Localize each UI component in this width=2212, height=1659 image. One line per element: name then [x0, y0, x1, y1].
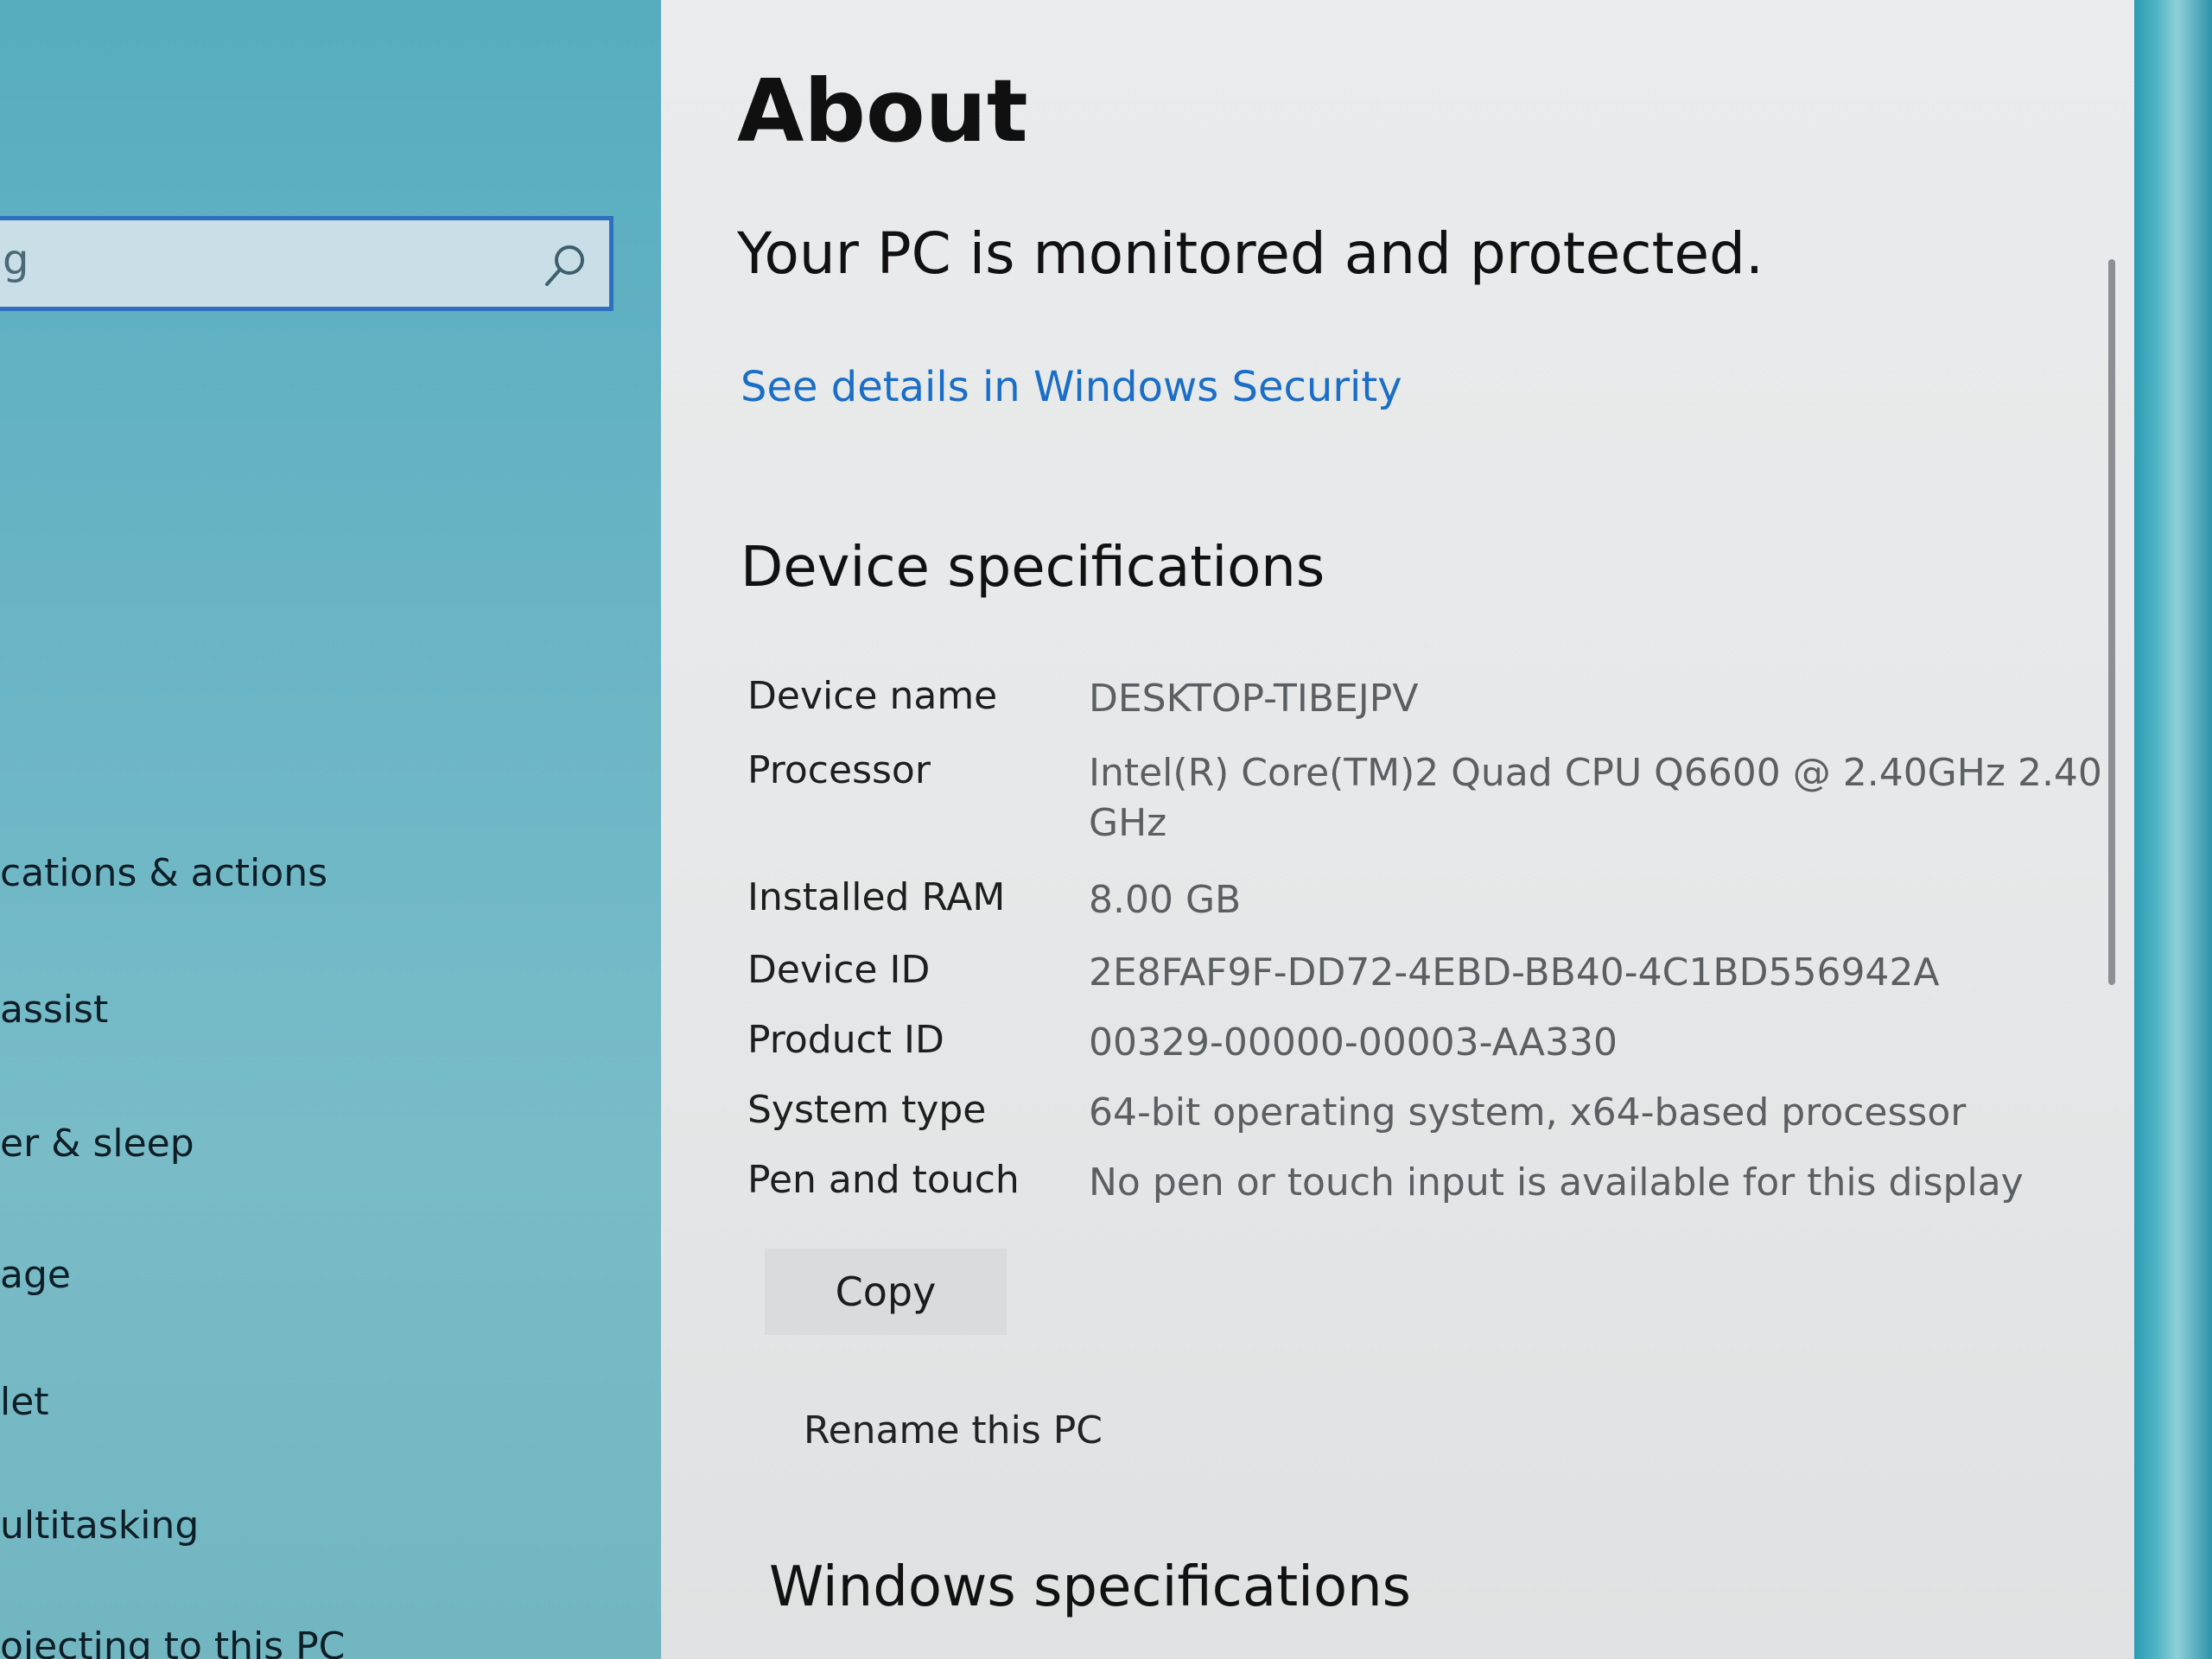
- page-title: About: [737, 60, 1028, 162]
- desktop-wallpaper: [2134, 0, 2212, 1659]
- spec-label: Processor: [747, 748, 931, 792]
- content-scrollbar[interactable]: [2108, 259, 2115, 985]
- sidebar-item-focus-assist[interactable]: assist: [0, 988, 108, 1032]
- sidebar-item-storage[interactable]: age: [0, 1253, 71, 1297]
- search-icon[interactable]: [537, 238, 592, 293]
- spec-value: 2E8FAF9F-DD72-4EBD-BB40-4C1BD556942A: [1089, 950, 1940, 995]
- spec-value: No pen or touch input is available for t…: [1089, 1160, 2024, 1205]
- spec-label: System type: [747, 1088, 987, 1132]
- sidebar-item-tablet[interactable]: let: [0, 1380, 49, 1424]
- sidebar-item-multitasking[interactable]: ultitasking: [0, 1503, 199, 1548]
- protection-status: Your PC is monitored and protected.: [737, 220, 1764, 287]
- settings-window: g cations & actions assist er & sleep ag…: [0, 0, 2212, 1659]
- device-specifications-heading: Device specifications: [741, 536, 1325, 600]
- navigation-pane: g cations & actions assist er & sleep ag…: [0, 0, 683, 1659]
- sidebar-item-projecting[interactable]: ojecting to this PC: [0, 1624, 345, 1659]
- spec-label: Device name: [747, 674, 998, 718]
- windows-security-link[interactable]: See details in Windows Security: [741, 363, 1402, 411]
- rename-pc-button[interactable]: Rename this PC: [804, 1408, 1103, 1452]
- spec-label: Pen and touch: [747, 1158, 1020, 1202]
- sidebar-item-notifications[interactable]: cations & actions: [0, 851, 327, 895]
- spec-value: Intel(R) Core(TM)2 Quad CPU Q6600 @ 2.40…: [1089, 751, 2102, 845]
- spec-label: Installed RAM: [747, 875, 1006, 919]
- spec-value: 8.00 GB: [1089, 878, 1242, 922]
- windows-specifications-heading: Windows specifications: [769, 1555, 1411, 1619]
- search-input-text: g: [3, 236, 29, 284]
- spec-label: Product ID: [747, 1018, 944, 1062]
- about-content-pane: About Your PC is monitored and protected…: [661, 0, 2147, 1659]
- search-input[interactable]: g: [0, 216, 613, 311]
- spec-label: Device ID: [747, 948, 931, 992]
- sidebar-item-power-sleep[interactable]: er & sleep: [0, 1122, 194, 1166]
- copy-button[interactable]: Copy: [765, 1249, 1007, 1335]
- spec-value: 64-bit operating system, x64-based proce…: [1089, 1090, 1967, 1135]
- spec-value: 00329-00000-00003-AA330: [1089, 1020, 1618, 1065]
- spec-value: DESKTOP-TIBEJPV: [1089, 677, 1419, 721]
